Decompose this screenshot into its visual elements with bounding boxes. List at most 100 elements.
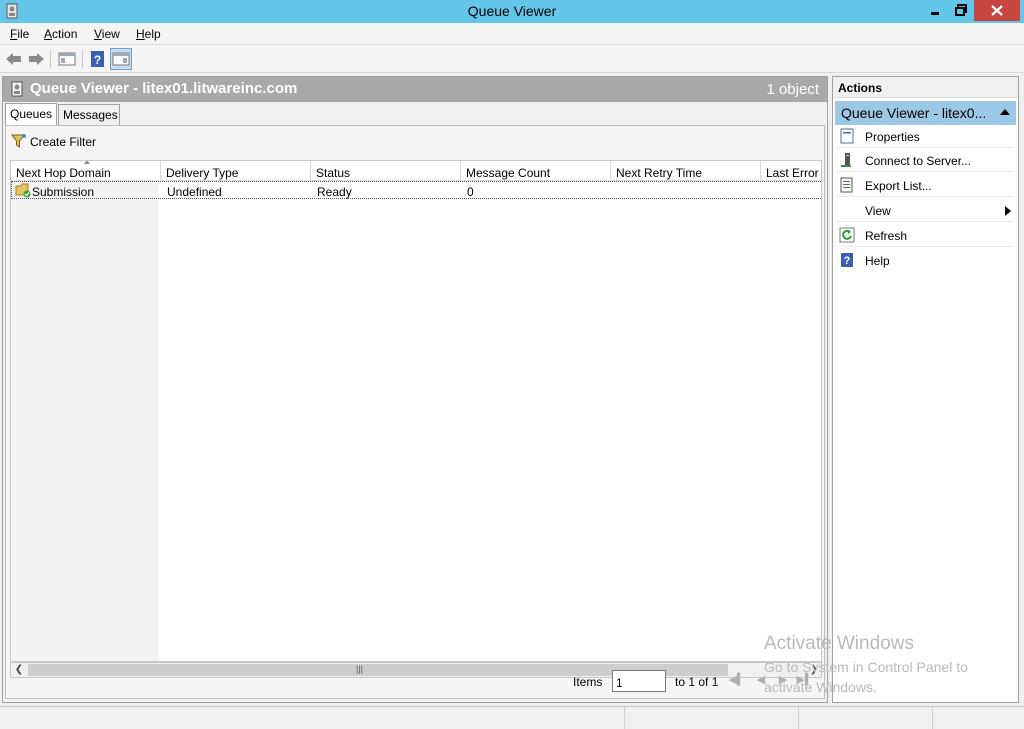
sorted-column-shade	[11, 161, 159, 661]
collapse-icon	[1000, 109, 1010, 115]
tab-messages[interactable]: Messages	[58, 104, 120, 125]
status-bar	[0, 706, 1024, 729]
action-view[interactable]: View	[837, 199, 1013, 222]
svg-text:?: ?	[844, 255, 851, 267]
page-title: Queue Viewer - litex01.litwareinc.com	[30, 80, 298, 97]
menu-view-rest: iew	[101, 27, 120, 41]
column-header-label: Next Hop Domain	[16, 166, 111, 180]
column-header-last-error[interactable]: Last Error	[761, 161, 821, 181]
menu-action[interactable]: Action	[44, 27, 77, 41]
action-help[interactable]: ? Help	[837, 249, 1013, 272]
show-hide-console-tree-icon[interactable]	[57, 49, 77, 69]
toolbar-separator	[50, 50, 51, 68]
refresh-icon	[839, 227, 855, 243]
window-title: Queue Viewer	[467, 3, 557, 19]
help-icon[interactable]: ?	[88, 49, 108, 69]
export-list-icon	[840, 177, 853, 193]
action-connect-to-server[interactable]: Connect to Server...	[837, 149, 1013, 172]
action-export-list[interactable]: Export List...	[837, 174, 1013, 197]
cell-delivery-type: Undefined	[167, 185, 222, 199]
minimize-icon	[931, 12, 939, 15]
actions-section-label: Queue Viewer - litex0...	[841, 105, 987, 121]
column-header-label: Delivery Type	[166, 166, 239, 180]
watermark-line1: Activate Windows	[764, 633, 914, 654]
action-label: Properties	[865, 130, 920, 144]
menu-view[interactable]: View	[94, 27, 120, 41]
actions-pane: Actions Queue Viewer - litex0... Propert…	[832, 76, 1019, 703]
minimize-button[interactable]	[922, 0, 948, 21]
object-count: 1 object	[766, 81, 819, 98]
menu-bar: File Action View Help	[0, 23, 1024, 45]
filter-icon	[11, 134, 26, 148]
menu-view-accel: V	[94, 27, 102, 41]
column-header-label: Message Count	[466, 166, 551, 180]
actions-title: Actions	[833, 77, 1018, 98]
watermark-line3: activate Windows.	[764, 679, 877, 695]
watermark-line2: Go to System in Control Panel to	[764, 659, 968, 675]
queue-folder-icon	[15, 183, 31, 198]
close-button[interactable]	[974, 0, 1020, 21]
restore-button[interactable]	[948, 0, 974, 21]
action-label: Refresh	[865, 229, 908, 243]
connect-server-icon	[841, 153, 851, 167]
show-hide-action-pane-icon[interactable]	[110, 48, 132, 70]
close-icon	[991, 5, 1003, 16]
column-header-label: Next Retry Time	[616, 166, 703, 180]
menu-action-accel: A	[44, 27, 53, 41]
menu-file[interactable]: File	[10, 27, 29, 41]
column-header-status[interactable]: Status	[311, 161, 461, 181]
toolbar: ?	[0, 45, 1024, 73]
sort-ascending-icon	[84, 161, 90, 164]
properties-icon	[840, 128, 854, 144]
menu-help-accel: H	[136, 27, 145, 41]
create-filter-label: Create Filter	[30, 135, 97, 149]
result-pane: Queue Viewer - litex01.litwareinc.com 1 …	[2, 76, 828, 703]
menu-file-rest: ile	[17, 27, 30, 41]
action-properties[interactable]: Properties	[837, 125, 1013, 148]
menu-help-rest: elp	[144, 27, 161, 41]
cell-status: Ready	[317, 185, 352, 199]
action-label: Connect to Server...	[865, 154, 972, 168]
page-range-label: to 1 of 1	[675, 675, 719, 689]
scroll-left-icon[interactable]: ❮	[11, 663, 27, 677]
first-page-icon[interactable]: ◀▍	[728, 673, 746, 689]
scrollbar-grip-icon: |||	[356, 664, 364, 674]
tab-queues-label: Queues	[10, 107, 53, 121]
menu-action-rest: ction	[52, 27, 78, 41]
cell-message-count: 0	[467, 185, 474, 199]
items-page-input[interactable]	[612, 670, 666, 692]
help-icon: ?	[841, 253, 853, 267]
back-arrow-icon[interactable]	[4, 49, 24, 69]
column-header-message-count[interactable]: Message Count	[461, 161, 611, 181]
status-segment	[798, 707, 799, 729]
tab-messages-label: Messages	[63, 108, 118, 122]
queues-panel: Create Filter Next Hop Domain Delivery T…	[5, 125, 825, 699]
submenu-arrow-icon	[1005, 206, 1011, 216]
column-header-delivery-type[interactable]: Delivery Type	[161, 161, 311, 181]
queues-table: Next Hop Domain Delivery Type Status Mes…	[10, 160, 822, 662]
column-header-label: Last Error	[766, 166, 819, 180]
status-segment	[624, 707, 625, 729]
items-label: Items	[573, 675, 603, 689]
queue-viewer-icon	[11, 81, 23, 97]
title-bar: Queue Viewer	[0, 0, 1024, 23]
column-header-next-retry-time[interactable]: Next Retry Time	[611, 161, 761, 181]
action-refresh[interactable]: Refresh	[837, 224, 1013, 247]
restore-icon	[955, 4, 967, 16]
result-pane-header: Queue Viewer - litex01.litwareinc.com 1 …	[3, 77, 827, 102]
toolbar-separator	[82, 50, 83, 68]
action-label: View	[865, 204, 891, 218]
tab-queues[interactable]: Queues	[5, 103, 57, 126]
actions-section-header[interactable]: Queue Viewer - litex0...	[835, 101, 1016, 125]
action-label: Help	[865, 254, 890, 268]
table-row[interactable]: Submission Undefined Ready 0	[11, 181, 821, 199]
action-label: Export List...	[865, 179, 932, 193]
activate-windows-watermark: Activate Windows Go to System in Control…	[764, 633, 968, 697]
status-segment	[932, 707, 933, 729]
column-header-label: Status	[316, 166, 351, 180]
menu-help[interactable]: Help	[136, 27, 161, 41]
svg-text:?: ?	[94, 53, 101, 67]
column-header-next-hop-domain[interactable]: Next Hop Domain	[11, 161, 161, 181]
cell-next-hop-domain: Submission	[32, 185, 95, 199]
forward-arrow-icon[interactable]	[26, 49, 46, 69]
